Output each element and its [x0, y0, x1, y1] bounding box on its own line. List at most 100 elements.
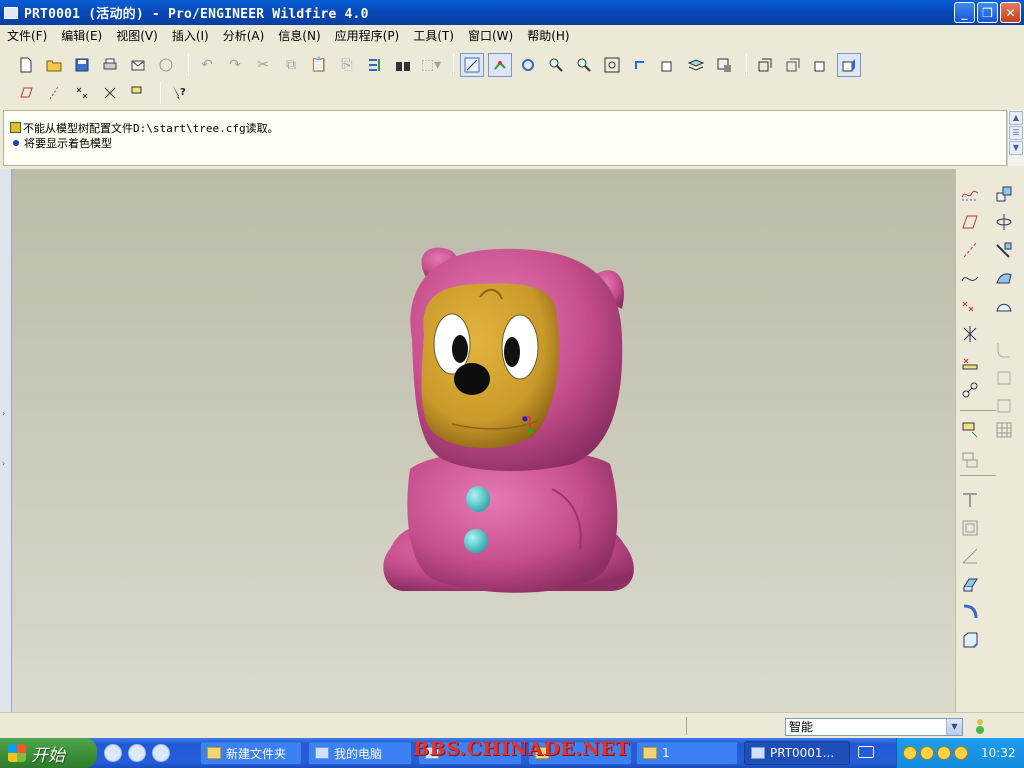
sweep-icon[interactable] [993, 239, 1015, 261]
menu-analysis[interactable]: 分析(A) [216, 27, 272, 44]
zoom-in-icon[interactable] [544, 53, 568, 77]
menu-insert[interactable]: 插入(I) [165, 27, 216, 44]
title-bar[interactable]: PRT0001 (活动的) - Pro/ENGINEER Wildfire 4.… [0, 0, 1024, 25]
hidden-line-icon[interactable] [781, 53, 805, 77]
task-proe[interactable]: PRT0001... [744, 741, 850, 765]
draft-icon[interactable] [993, 395, 1015, 417]
message-scrollbar[interactable]: ▲ ☰ ▼ [1007, 110, 1024, 166]
graphics-window[interactable] [12, 169, 955, 712]
navigator-sash[interactable]: › › [0, 169, 12, 712]
zoom-out-icon[interactable] [572, 53, 596, 77]
menu-edit[interactable]: 编辑(E) [54, 27, 109, 44]
close-button[interactable]: ✕ [1000, 2, 1021, 23]
send-mail-icon[interactable] [126, 53, 150, 77]
regenerate-icon[interactable] [363, 53, 387, 77]
restore-button[interactable]: ❐ [977, 2, 998, 23]
context-help-icon[interactable]: ? [167, 81, 191, 105]
save-icon[interactable] [70, 53, 94, 77]
find-icon[interactable] [391, 53, 415, 77]
paste-special-icon[interactable]: ⎘ [335, 53, 359, 77]
ie-icon[interactable] [104, 744, 122, 762]
tray-app-icon[interactable] [937, 746, 951, 760]
desktop-icon[interactable] [152, 744, 170, 762]
annotation-feature-icon[interactable] [959, 419, 981, 441]
shading-icon[interactable] [837, 53, 861, 77]
send-link-icon[interactable] [154, 53, 178, 77]
orient-mode-icon[interactable] [488, 53, 512, 77]
selection-filter-select[interactable]: 智能 ▼ [785, 718, 963, 736]
selection-box-icon[interactable]: ⬚▾ [419, 53, 443, 77]
hole-icon[interactable] [959, 545, 981, 567]
chamfer-edge-icon[interactable] [959, 629, 981, 651]
datum-point-icon[interactable] [959, 295, 981, 317]
open-folder-icon[interactable] [42, 53, 66, 77]
annotation-display-icon[interactable] [126, 81, 150, 105]
datum-axis-icon[interactable] [959, 239, 981, 261]
tray-app-icon[interactable] [954, 746, 968, 760]
scroll-up-icon[interactable]: ▲ [1009, 111, 1023, 125]
tray-app-icon[interactable] [920, 746, 934, 760]
folder-icon [207, 747, 221, 759]
spin-center-icon[interactable] [460, 53, 484, 77]
view-manager-icon[interactable] [712, 53, 736, 77]
shell-solid-icon[interactable] [959, 573, 981, 595]
datum-curve-icon[interactable] [959, 267, 981, 289]
menu-applications[interactable]: 应用程序(P) [328, 27, 407, 44]
cut-icon[interactable]: ✂ [251, 53, 275, 77]
menu-help[interactable]: 帮助(H) [520, 27, 576, 44]
model-viewport[interactable] [12, 169, 955, 712]
menu-tools[interactable]: 工具(T) [406, 27, 461, 44]
shell-icon[interactable] [959, 489, 981, 511]
menu-info[interactable]: 信息(N) [271, 27, 327, 44]
chamfer-icon[interactable] [993, 367, 1015, 389]
analysis-feature-icon[interactable] [959, 351, 981, 373]
datum-point-display-icon[interactable] [70, 81, 94, 105]
start-button[interactable]: 开始 [0, 738, 97, 768]
task-my-computer[interactable]: 我的电脑 [308, 741, 412, 765]
task-folder-1[interactable]: 1 [636, 741, 738, 765]
wireframe-icon[interactable] [753, 53, 777, 77]
datum-chain-icon[interactable] [959, 379, 981, 401]
reorient-icon[interactable] [628, 53, 652, 77]
keyboard-icon[interactable] [858, 746, 874, 758]
revolve-icon[interactable] [993, 211, 1015, 233]
scroll-page-icon[interactable]: ☰ [1009, 126, 1023, 140]
undo-icon[interactable]: ↶ [195, 53, 219, 77]
refit-view-icon[interactable] [516, 53, 540, 77]
task-new-folder[interactable]: 新建文件夹 [200, 741, 302, 765]
pattern-icon[interactable] [993, 419, 1015, 441]
copy-feature-icon[interactable] [959, 449, 981, 471]
boundary-blend-icon[interactable] [993, 267, 1015, 289]
copy-icon[interactable]: ⧉ [279, 53, 303, 77]
style-icon[interactable] [993, 295, 1015, 317]
round-icon[interactable] [993, 339, 1015, 361]
extrude-icon[interactable] [993, 183, 1015, 205]
expand-arrow-icon[interactable]: › [2, 409, 5, 418]
datum-axis-display-icon[interactable] [42, 81, 66, 105]
coordinate-system-icon[interactable] [959, 323, 981, 345]
redo-icon[interactable]: ↷ [223, 53, 247, 77]
qq-icon[interactable] [903, 746, 917, 760]
refit-icon[interactable] [600, 53, 624, 77]
menu-file[interactable]: 文件(F) [0, 27, 54, 44]
menu-window[interactable]: 窗口(W) [461, 27, 520, 44]
no-hidden-icon[interactable] [809, 53, 833, 77]
scroll-down-icon[interactable]: ▼ [1009, 141, 1023, 155]
new-file-icon[interactable] [14, 53, 38, 77]
chevron-down-icon[interactable]: ▼ [946, 719, 962, 735]
expand-arrow-icon[interactable]: › [2, 459, 5, 468]
rib-icon[interactable] [959, 517, 981, 539]
minimize-button[interactable]: _ [954, 2, 975, 23]
coordinate-system-display-icon[interactable] [98, 81, 122, 105]
datum-plane-icon[interactable] [959, 211, 981, 233]
layers-icon[interactable] [684, 53, 708, 77]
datum-plane-display-icon[interactable] [14, 81, 38, 105]
media-icon[interactable] [128, 744, 146, 762]
bear-model[interactable] [383, 247, 634, 593]
round-edge-icon[interactable] [959, 601, 981, 623]
paste-icon[interactable]: 📋 [307, 53, 331, 77]
sketched-curve-icon[interactable] [959, 183, 981, 205]
print-icon[interactable] [98, 53, 122, 77]
menu-view[interactable]: 视图(V) [109, 27, 165, 44]
saved-views-icon[interactable] [656, 53, 680, 77]
